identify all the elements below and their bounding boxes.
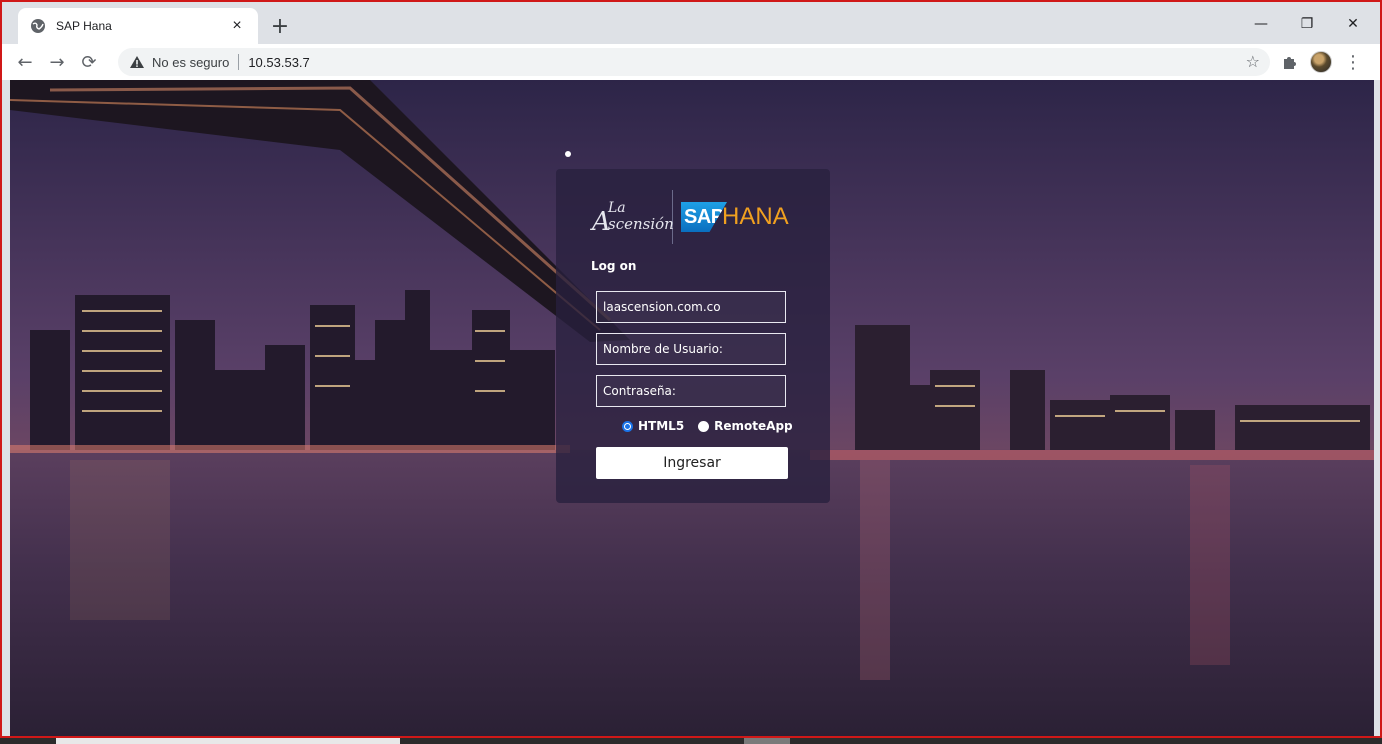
ingresar-button[interactable]: Ingresar: [596, 447, 788, 479]
menu-kebab-icon[interactable]: ⋮: [1340, 49, 1366, 75]
username-field[interactable]: [596, 333, 786, 365]
browser-window: SAP Hana × + — ❐ ✕ ← → ⟳ No es seguro 10…: [0, 0, 1382, 738]
tab-title: SAP Hana: [56, 19, 112, 33]
profile-avatar[interactable]: [1310, 51, 1332, 73]
la-ascension-logo: A La scensión: [592, 200, 674, 237]
taskbar-search-box[interactable]: [56, 738, 400, 744]
radio-html5-label[interactable]: HTML5: [638, 419, 684, 433]
login-panel: A La scensión SAP HANA Log on HTML5 Remo…: [556, 169, 830, 503]
minimize-button[interactable]: —: [1246, 10, 1276, 38]
address-bar[interactable]: No es seguro 10.53.53.7 ☆: [118, 48, 1270, 76]
bookmark-star-icon[interactable]: ☆: [1246, 52, 1260, 71]
browser-toolbar: ← → ⟳ No es seguro 10.53.53.7 ☆ ⋮: [2, 44, 1380, 80]
client-type-options: HTML5 RemoteApp: [622, 419, 807, 433]
domain-field[interactable]: [596, 291, 786, 323]
os-taskbar: [0, 738, 1382, 744]
reload-button[interactable]: ⟳: [76, 49, 102, 75]
logon-heading: Log on: [591, 259, 637, 273]
warning-icon[interactable]: [128, 53, 146, 71]
restore-button[interactable]: ❐: [1292, 10, 1322, 38]
back-button[interactable]: ←: [12, 49, 38, 75]
security-status[interactable]: No es seguro: [152, 55, 229, 70]
tab-strip: SAP Hana × + — ❐ ✕: [2, 2, 1380, 44]
taskbar-app-button[interactable]: [744, 738, 790, 744]
forward-button[interactable]: →: [44, 49, 70, 75]
hana-logo-text: HANA: [722, 203, 789, 230]
login-page: A La scensión SAP HANA Log on HTML5 Remo…: [10, 80, 1374, 736]
url-text[interactable]: 10.53.53.7: [248, 55, 309, 70]
globe-icon: [30, 18, 46, 34]
omnibox-divider: [238, 54, 240, 70]
tab-sap-hana[interactable]: SAP Hana ×: [18, 8, 258, 44]
close-icon[interactable]: ×: [228, 17, 246, 35]
password-field[interactable]: [596, 375, 786, 407]
radio-remoteapp[interactable]: [698, 420, 710, 432]
new-tab-button[interactable]: +: [268, 14, 292, 39]
sap-logo: SAP: [681, 202, 727, 232]
window-close-button[interactable]: ✕: [1338, 10, 1368, 38]
brand-logo: A La scensión SAP HANA: [590, 189, 800, 245]
radio-html5[interactable]: [622, 420, 633, 432]
extensions-puzzle-icon[interactable]: [1276, 49, 1302, 75]
radio-remoteapp-label[interactable]: RemoteApp: [714, 419, 792, 433]
